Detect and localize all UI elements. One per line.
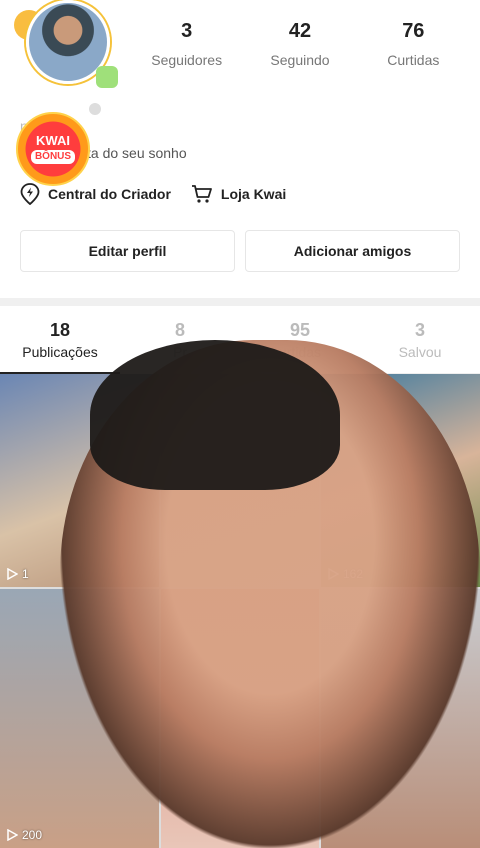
bonus-line1: KWAI xyxy=(36,133,70,148)
bonus-line2: BÔNUS xyxy=(30,150,76,164)
shop-label: Loja Kwai xyxy=(220,186,287,202)
lightning-pin-icon xyxy=(20,183,40,205)
tab-label: Publicações xyxy=(22,344,98,360)
profile-links: Central do Criador Loja Kwai xyxy=(20,183,306,205)
shop-link[interactable]: Loja Kwai xyxy=(191,184,286,204)
bio-text: sta do seu sonho xyxy=(80,145,187,161)
status-dot xyxy=(89,103,101,115)
tab-count: 95 xyxy=(289,320,311,340)
stat-value: 42 xyxy=(288,20,312,42)
play-icon xyxy=(7,829,18,841)
tab-count: 8 xyxy=(174,320,185,340)
play-icon xyxy=(7,568,18,580)
stat-value: 3 xyxy=(181,20,193,42)
view-count: 200 xyxy=(6,828,42,842)
avatar-sticker xyxy=(96,66,118,88)
stat-label: Seguindo xyxy=(270,52,330,68)
tab-saved[interactable]: 3 Salvou xyxy=(360,318,480,373)
tab-count: 3 xyxy=(414,320,425,340)
stat-followers[interactable]: 3 Seguidores xyxy=(130,18,243,68)
stat-label: Seguidores xyxy=(151,52,223,68)
avatar-container[interactable] xyxy=(14,0,120,96)
stat-value: 76 xyxy=(402,20,425,42)
cart-icon xyxy=(191,185,212,203)
bio: sta do seu sonho xyxy=(80,145,187,161)
view-count-value: 200 xyxy=(22,828,43,842)
edit-profile-button[interactable]: Editar perfil xyxy=(20,230,235,272)
creator-center-link[interactable]: Central do Criador xyxy=(20,183,171,205)
kwai-bonus-badge[interactable]: KWAI BÔNUS xyxy=(16,112,90,186)
view-count-value: 1 xyxy=(22,567,29,581)
tab-label: Salvou xyxy=(398,344,442,360)
stats-row: 3 Seguidores 42 Seguindo 76 Curtidas xyxy=(130,18,470,68)
stat-following[interactable]: 42 Seguindo xyxy=(243,18,356,68)
profile-header: 3 Seguidores 42 Seguindo 76 Curtidas n…a… xyxy=(0,0,480,300)
creator-center-label: Central do Criador xyxy=(48,186,171,202)
floating-video-overlay-detail xyxy=(90,340,340,490)
tab-posts[interactable]: 18 Publicações xyxy=(0,318,120,374)
tab-count: 18 xyxy=(49,320,71,340)
view-count: 1 xyxy=(6,567,29,581)
add-friends-button[interactable]: Adicionar amigos xyxy=(245,230,460,272)
section-divider xyxy=(0,298,480,306)
stat-likes[interactable]: 76 Curtidas xyxy=(357,18,470,68)
stat-label: Curtidas xyxy=(387,52,440,68)
